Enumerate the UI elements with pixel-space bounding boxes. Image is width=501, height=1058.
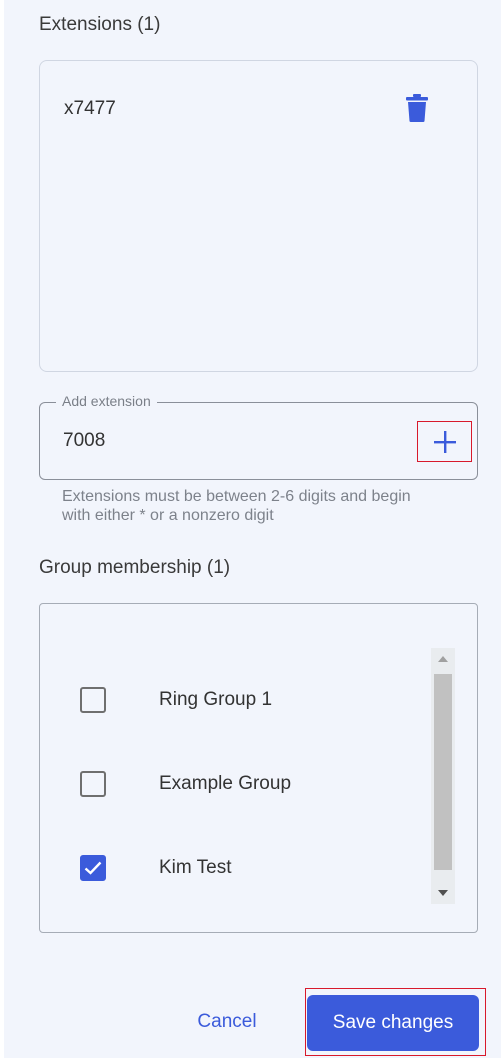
checkmark-icon bbox=[84, 861, 102, 875]
group-label: Kim Test bbox=[159, 857, 232, 878]
group-row: Example Group bbox=[40, 759, 430, 809]
extensions-list: x7477 bbox=[39, 60, 478, 372]
group-row: Kim Test bbox=[40, 843, 430, 893]
add-extension-field: Add extension bbox=[39, 393, 478, 480]
cancel-button[interactable]: Cancel bbox=[182, 1001, 272, 1043]
extension-helper-text: Extensions must be between 2-6 digits an… bbox=[62, 488, 411, 524]
scroll-up-arrow[interactable] bbox=[431, 648, 455, 670]
group-checkbox-example-group[interactable] bbox=[80, 771, 106, 797]
group-membership-title: Group membership (1) bbox=[39, 557, 231, 578]
caret-up-icon bbox=[438, 656, 448, 662]
group-checkbox-ring-group-1[interactable] bbox=[80, 687, 106, 713]
group-list: Ring Group 1 Example Group Kim Test bbox=[39, 603, 478, 933]
save-changes-button[interactable]: Save changes bbox=[307, 995, 479, 1051]
scroll-down-arrow[interactable] bbox=[431, 882, 455, 904]
plus-icon bbox=[433, 430, 456, 453]
add-extension-button[interactable] bbox=[417, 421, 472, 462]
add-extension-legend: Add extension bbox=[56, 393, 157, 409]
scroll-thumb[interactable] bbox=[434, 674, 452, 870]
group-label: Example Group bbox=[159, 773, 292, 794]
extension-label: x7477 bbox=[64, 98, 116, 119]
add-extension-input[interactable] bbox=[63, 427, 403, 455]
extensions-panel: Extensions (1) x7477 Add extension Exten… bbox=[4, 0, 501, 1058]
group-list-scrollbar[interactable] bbox=[431, 648, 455, 904]
delete-extension-button[interactable] bbox=[404, 94, 430, 124]
group-checkbox-kim-test[interactable] bbox=[80, 855, 106, 881]
group-label: Ring Group 1 bbox=[159, 689, 273, 710]
caret-down-icon bbox=[438, 890, 448, 896]
extensions-title: Extensions (1) bbox=[39, 14, 161, 35]
trash-icon bbox=[406, 94, 428, 122]
group-row: Ring Group 1 bbox=[40, 675, 430, 725]
